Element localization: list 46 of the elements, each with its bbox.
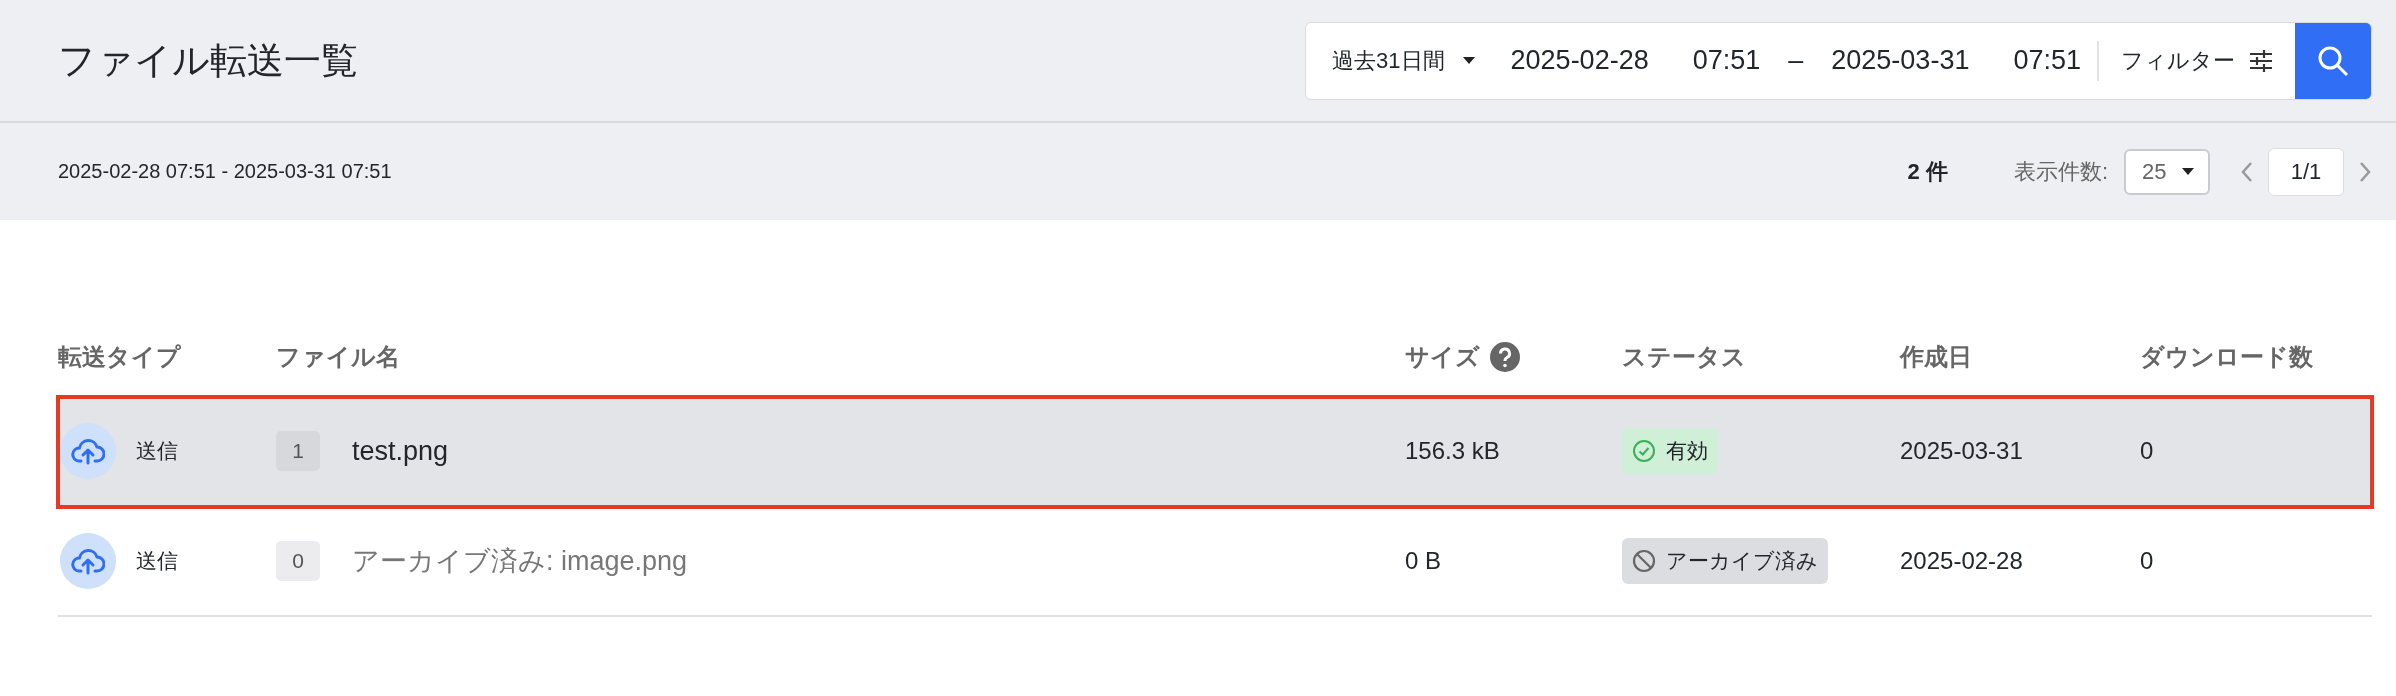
table-cell-text: 送信 <box>136 548 178 574</box>
help-icon <box>1490 342 1520 372</box>
end-date[interactable]: 2025-03-31 <box>1831 45 1970 76</box>
table-cell-text: 送信 <box>136 438 178 464</box>
table-row[interactable]: 送信 1 test.png 156.3 kB 有効 2025-03-31 0 <box>58 397 2372 507</box>
range-dropdown[interactable]: 過去31日間 <box>1306 22 1495 99</box>
table-cell-text: 0 <box>2140 547 2155 575</box>
caret-icon <box>1462 56 1475 65</box>
search-button[interactable] <box>2295 22 2371 99</box>
upload-cloud-icon <box>60 533 116 589</box>
file-name: アーカイブ済み: image.png <box>352 545 688 578</box>
date-range-text: 2025-02-28 07:51 - 2025-03-31 07:51 <box>58 160 392 183</box>
next-icon <box>2358 160 2372 183</box>
table-row[interactable]: 送信 0 アーカイブ済み: image.png 0 B アーカイブ済み 2025-02-28 0 <box>58 507 2372 617</box>
upload-cloud-icon <box>60 423 116 479</box>
end-time[interactable]: 07:51 <box>2013 45 2081 76</box>
prohibited-icon <box>1632 549 1656 573</box>
search-icon <box>2317 44 2349 77</box>
caret-icon <box>2182 167 2194 176</box>
page-size-label: 表示件数: <box>2013 157 2108 186</box>
file-name: test.png <box>352 435 449 467</box>
column-header: サイズ <box>1405 342 1480 372</box>
check-circle-icon <box>1632 439 1656 463</box>
date-separator: – <box>1787 44 1805 77</box>
table-cell-text: 0 <box>2140 437 2155 465</box>
previous-icon <box>2240 160 2254 183</box>
column-header: ファイル名 <box>276 342 401 372</box>
column-header: ダウンロード数 <box>2140 342 2314 372</box>
start-time[interactable]: 07:51 <box>1692 45 1761 76</box>
count-badge: 0 <box>276 541 320 581</box>
table-cell-text: 2025-02-28 <box>1900 547 2024 575</box>
column-header: ステータス <box>1622 342 1747 372</box>
column-header: 転送タイプ <box>58 342 182 372</box>
sliders-icon <box>2249 49 2273 72</box>
page-title: ファイル転送一覧 <box>58 38 358 83</box>
result-count: 2 件 <box>1907 157 1948 186</box>
table-cell-text: 0 B <box>1405 547 1443 575</box>
count-badge: 1 <box>276 431 320 471</box>
column-header: 作成日 <box>1900 342 1973 372</box>
table-cell-text: 156.3 kB <box>1405 437 1501 465</box>
status-badge: アーカイブ済み <box>1622 538 1828 584</box>
page-size-dropdown[interactable]: 25 <box>2124 148 2210 195</box>
status-badge: 有効 <box>1622 428 1718 474</box>
table-cell-text: 2025-03-31 <box>1900 437 2024 465</box>
start-date[interactable]: 2025-02-28 <box>1510 45 1649 76</box>
page-indicator: 1/1 <box>2268 147 2344 196</box>
